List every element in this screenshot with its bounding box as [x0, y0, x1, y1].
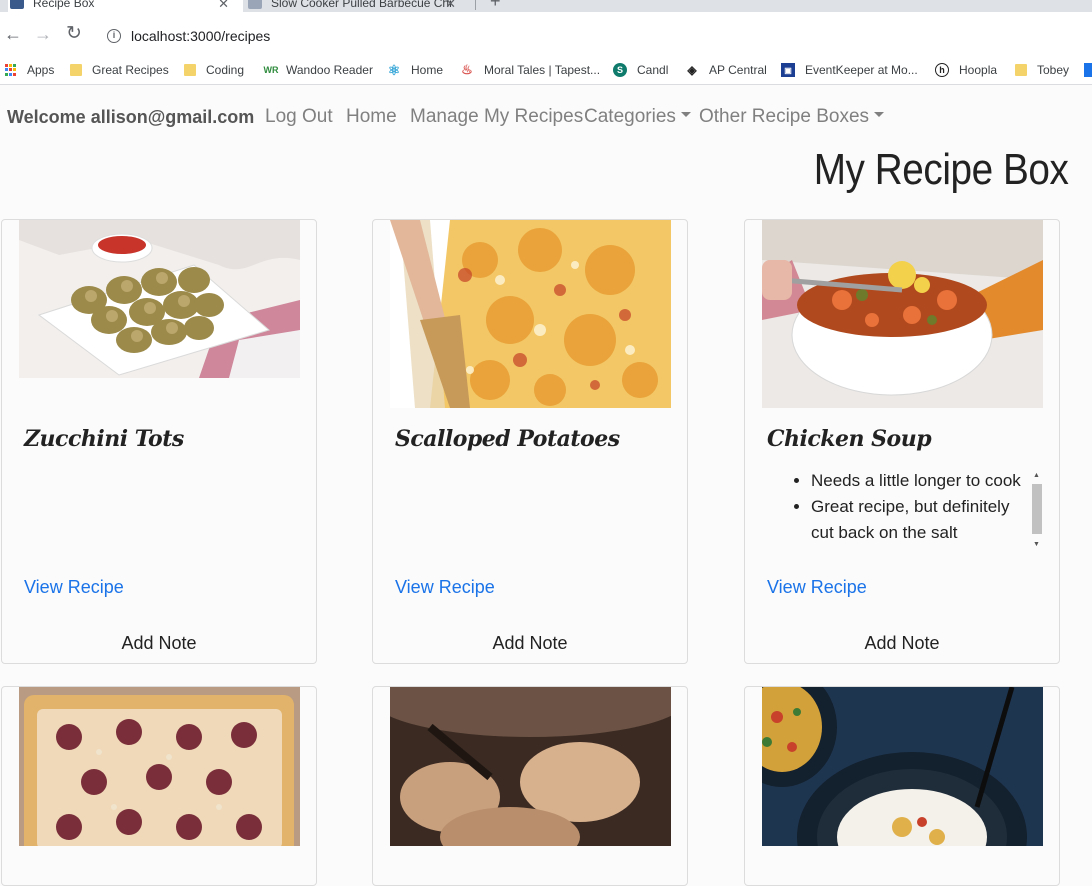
recipe-image[interactable]: [390, 687, 671, 846]
bookmarks-bar: Apps Great Recipes Coding WR Wandoo Read…: [0, 57, 1092, 85]
bookmark-label: Coding: [206, 63, 245, 77]
bookmark-apps[interactable]: Apps: [4, 60, 54, 80]
tab-title: Slow Cooker Pulled Barbecue Chi: [271, 0, 452, 10]
forward-icon[interactable]: →: [34, 25, 52, 43]
bookmark-label: Wandoo Reader: [286, 63, 373, 77]
caret-down-icon: [680, 112, 691, 118]
recipe-card: Scalloped Potatoes View Recipe Add Note: [372, 219, 688, 664]
recipe-image[interactable]: [762, 687, 1043, 846]
recipe-title: Scalloped Potatoes: [395, 426, 620, 452]
recipe-image[interactable]: [19, 687, 300, 846]
scroll-down-icon[interactable]: ▼: [1033, 541, 1040, 548]
page-title: My Recipe Box: [813, 145, 1068, 194]
view-recipe-link[interactable]: View Recipe: [24, 577, 124, 598]
logout-link[interactable]: Log Out: [265, 106, 333, 128]
tab-title: Recipe Box: [33, 0, 95, 10]
recipe-title: Zucchini Tots: [24, 426, 184, 452]
bookmark-wandoo-reader[interactable]: WR Wandoo Reader: [262, 60, 373, 80]
flame-icon: ♨: [461, 62, 473, 77]
bookmark-label: Apps: [27, 63, 55, 77]
browser-tab-active[interactable]: Recipe Box ✕: [8, 0, 243, 12]
add-note-button[interactable]: Add Note: [373, 633, 687, 654]
bookmark-label: EventKeeper at Mo...: [805, 63, 918, 77]
recipe-card: [744, 686, 1060, 886]
add-note-button[interactable]: Add Note: [2, 633, 316, 654]
scroll-up-icon[interactable]: ▲: [1033, 472, 1040, 479]
address-bar[interactable]: localhost:3000/recipes: [131, 28, 270, 44]
sharepoint-icon: S: [613, 63, 627, 77]
bookmark-coding[interactable]: Coding: [184, 60, 244, 80]
bookmark-label: AP Central: [709, 63, 767, 77]
bookmark-hoopla[interactable]: h Hoopla: [935, 60, 997, 80]
view-recipe-link[interactable]: View Recipe: [767, 577, 867, 598]
bookmark-candl[interactable]: S Candl: [613, 60, 668, 80]
bookmark-label: Home: [411, 63, 444, 77]
new-tab-icon[interactable]: +: [490, 0, 501, 12]
bookmark-tobey[interactable]: Tobey: [1015, 60, 1069, 80]
other-boxes-label: Other Recipe Boxes: [699, 106, 870, 127]
add-note-button[interactable]: Add Note: [745, 633, 1059, 654]
eventkeeper-icon: ▣: [781, 63, 795, 77]
wandoo-icon: WR: [263, 65, 279, 75]
home-link[interactable]: Home: [346, 106, 397, 128]
close-tab-icon[interactable]: ✕: [218, 0, 229, 12]
recipe-image[interactable]: [762, 220, 1043, 408]
folder-icon: [1015, 64, 1027, 76]
scrollbar-thumb[interactable]: [1032, 484, 1042, 534]
back-icon[interactable]: ←: [4, 25, 22, 43]
bookmark-label: Hoopla: [959, 63, 998, 77]
notes-scrollbar[interactable]: ▲ ▼: [1031, 472, 1043, 548]
recipe-title: Chicken Soup: [767, 426, 932, 452]
categories-dropdown[interactable]: Categories: [584, 106, 691, 128]
reload-icon[interactable]: ↻: [66, 24, 82, 43]
react-icon: ⚛: [387, 61, 401, 78]
caret-down-icon: [874, 112, 885, 118]
other-recipe-boxes-dropdown[interactable]: Other Recipe Boxes: [699, 106, 885, 128]
acorn-icon: ◈: [687, 63, 697, 77]
recipe-box-favicon: [10, 0, 24, 9]
app-navbar: Welcome allison@gmail.com Log Out Home M…: [0, 86, 1092, 146]
recipe-note: Needs a little longer to cook: [811, 468, 1029, 494]
apps-grid-icon: [4, 63, 17, 77]
bookmark-icon: [1084, 63, 1092, 77]
hoopla-icon: h: [935, 63, 949, 77]
bookmark-label: Candl: [637, 63, 669, 77]
recipe-card: [372, 686, 688, 886]
recipe-card: Zucchini Tots View Recipe Add Note: [1, 219, 317, 664]
bookmark-great-recipes[interactable]: Great Recipes: [70, 60, 169, 80]
categories-label: Categories: [584, 106, 676, 127]
recipe-image[interactable]: [19, 220, 300, 378]
folder-icon: [184, 64, 196, 76]
folder-icon: [70, 64, 82, 76]
bookmark-ap-central[interactable]: ◈ AP Central: [685, 60, 767, 80]
browser-tabstrip: Recipe Box ✕ Slow Cooker Pulled Barbecue…: [0, 0, 1092, 12]
site-info-icon[interactable]: i: [107, 29, 121, 43]
bookmark-eventkeeper[interactable]: ▣ EventKeeper at Mo...: [781, 60, 918, 80]
recipe-card: [1, 686, 317, 886]
bookmark-home[interactable]: ⚛ Home: [387, 60, 443, 80]
tab-separator: [475, 0, 476, 10]
browser-toolbar: ← → ↻ i localhost:3000/recipes: [0, 12, 1092, 57]
recipe-notes: Needs a little longer to cook Great reci…: [767, 468, 1043, 552]
bookmark-label: Great Recipes: [92, 63, 169, 77]
bookmark-moral-tales[interactable]: ♨ Moral Tales | Tapest...: [460, 60, 600, 80]
recipe-card: Chicken Soup Needs a little longer to co…: [744, 219, 1060, 664]
bookmark-label: Tobey: [1037, 63, 1070, 77]
recipe-image[interactable]: [390, 220, 671, 408]
view-recipe-link[interactable]: View Recipe: [395, 577, 495, 598]
manage-recipes-link[interactable]: Manage My Recipes: [410, 106, 583, 128]
recipe-note: Great recipe, but definitely cut back on…: [811, 494, 1029, 546]
recipe-site-favicon: [248, 0, 262, 9]
close-tab-icon[interactable]: ✕: [445, 0, 456, 12]
welcome-text: Welcome allison@gmail.com: [7, 107, 255, 127]
browser-tab[interactable]: Slow Cooker Pulled Barbecue Chi ✕: [248, 0, 470, 12]
bookmark-label: Moral Tales | Tapest...: [484, 63, 601, 77]
bookmark-overflow[interactable]: [1084, 60, 1092, 80]
